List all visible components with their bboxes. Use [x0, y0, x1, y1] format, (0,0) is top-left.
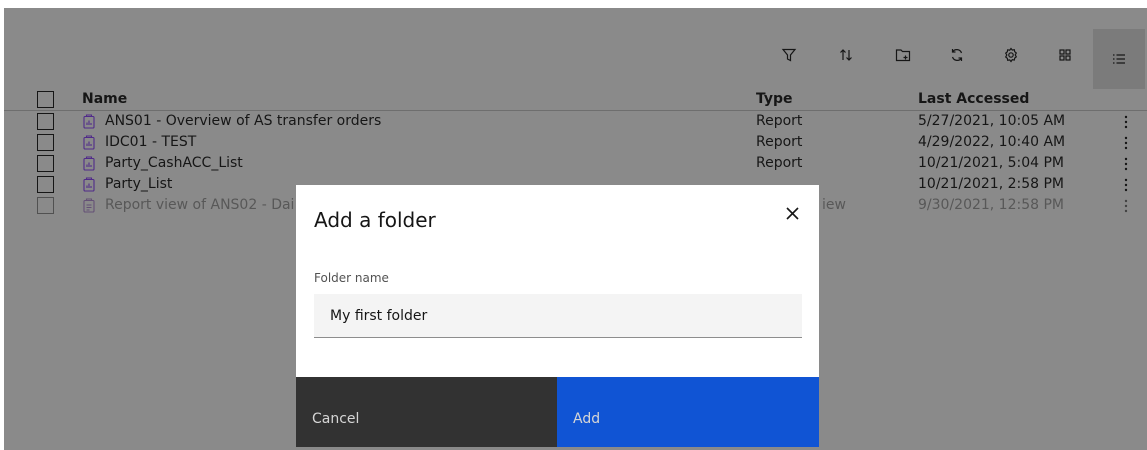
add-button[interactable]: Add	[557, 377, 819, 447]
dialog-title: Add a folder	[314, 208, 436, 232]
add-folder-dialog: Add a folder Folder name Cancel Add	[296, 185, 819, 447]
folder-name-label: Folder name	[314, 271, 389, 285]
dialog-buttons: Cancel Add	[296, 377, 819, 447]
folder-name-input[interactable]	[314, 294, 802, 338]
cancel-button[interactable]: Cancel	[296, 377, 557, 447]
close-button[interactable]	[780, 201, 804, 225]
close-icon	[785, 206, 799, 220]
